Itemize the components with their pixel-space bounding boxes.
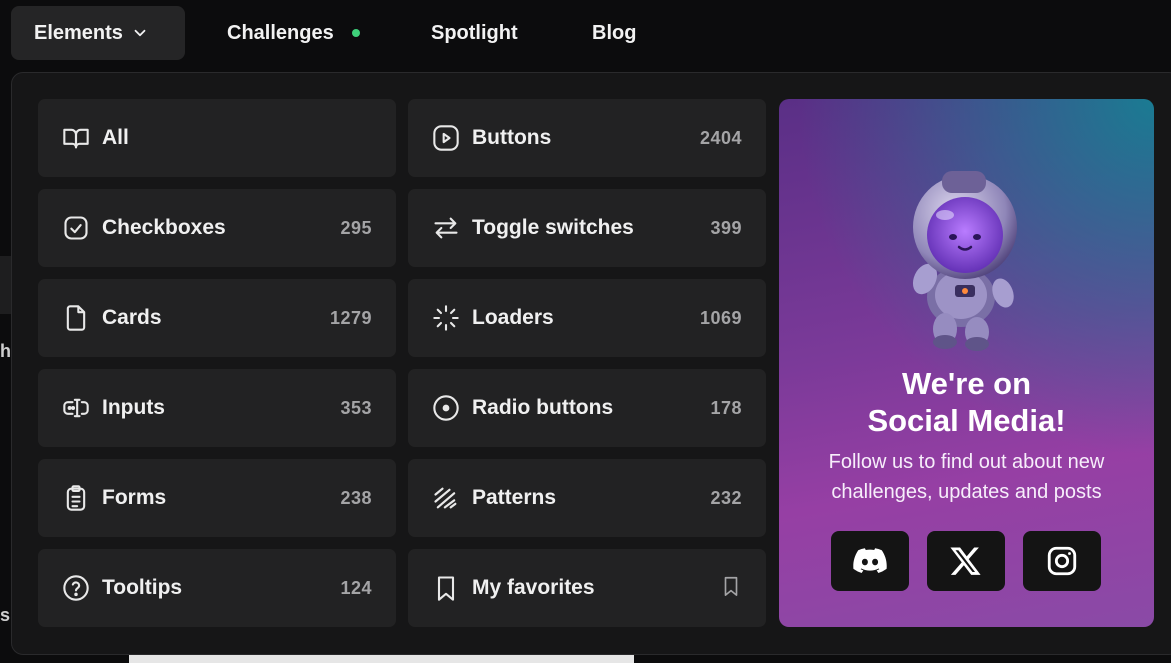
x-icon: [950, 547, 981, 575]
menu-item-patterns[interactable]: Patterns 232: [408, 459, 766, 537]
bookmark-icon: [430, 572, 462, 604]
menu-item-toggle-switches[interactable]: Toggle switches 399: [408, 189, 766, 267]
nav-spotlight[interactable]: Spotlight: [431, 6, 518, 60]
menu-item-loaders[interactable]: Loaders 1069: [408, 279, 766, 357]
menu-item-label: Cards: [102, 306, 162, 329]
menu-item-label: Loaders: [472, 306, 554, 329]
file-icon: [60, 302, 92, 334]
menu-item-count: 232: [710, 487, 742, 508]
menu-item-label: Radio buttons: [472, 396, 614, 419]
nav-elements-label: Elements: [34, 21, 123, 44]
promo-description: Follow us to find out about new challeng…: [828, 451, 1105, 503]
menu-item-forms[interactable]: Forms 238: [38, 459, 396, 537]
menu-item-all[interactable]: All: [38, 99, 396, 177]
menu-item-buttons[interactable]: Buttons 2404: [408, 99, 766, 177]
menu-item-label: Tooltips: [102, 576, 183, 599]
loader-icon: [430, 302, 462, 334]
menu-item-count: 238: [340, 487, 372, 508]
nav-blog[interactable]: Blog: [592, 6, 636, 60]
menu-item-label: All: [102, 126, 129, 149]
menu-item-count: 399: [710, 217, 742, 238]
pattern-icon: [430, 482, 462, 514]
nav-elements[interactable]: Elements: [11, 6, 185, 60]
instagram-icon: [1047, 546, 1077, 576]
play-button-icon: [430, 122, 462, 154]
new-indicator-dot: [351, 29, 360, 37]
nav-spotlight-label: Spotlight: [431, 21, 518, 44]
clipboard-list-icon: [60, 482, 92, 514]
menu-item-count: 2404: [699, 127, 742, 148]
background-text-fragment: h: [0, 341, 11, 361]
nav-challenges[interactable]: Challenges: [227, 6, 360, 60]
menu-item-radio-buttons[interactable]: Radio buttons 178: [408, 369, 766, 447]
instagram-button[interactable]: [1023, 531, 1101, 591]
menu-item-tooltips[interactable]: Tooltips 124: [38, 549, 396, 627]
bookmark-outline-icon[interactable]: [720, 574, 742, 603]
social-media-promo-card: We're on Social Media! Follow us to find…: [779, 99, 1154, 627]
menu-item-label: My favorites: [472, 576, 595, 599]
menu-item-label: Buttons: [472, 126, 552, 149]
menu-item-checkboxes[interactable]: Checkboxes 295: [38, 189, 396, 267]
arrows-swap-icon: [430, 212, 462, 244]
menu-item-cards[interactable]: Cards 1279: [38, 279, 396, 357]
radio-icon: [430, 392, 462, 424]
menu-item-my-favorites[interactable]: My favorites: [408, 549, 766, 627]
promo-title-line2: Social Media!: [867, 403, 1066, 438]
menu-item-count: 124: [340, 577, 372, 598]
top-nav: Elements Challenges Spotlight Blog: [0, 0, 1171, 66]
discord-button[interactable]: [831, 531, 909, 591]
astronaut-illustration: [912, 171, 1017, 351]
menu-item-label: Toggle switches: [472, 216, 634, 239]
promo-title: We're on Social Media!: [779, 365, 1154, 439]
background-page-bar: [129, 655, 634, 663]
x-button[interactable]: [927, 531, 1005, 591]
menu-item-label: Forms: [102, 486, 167, 509]
menu-item-count: 178: [710, 397, 742, 418]
promo-title-line1: We're on: [901, 366, 1032, 401]
discord-icon: [853, 548, 887, 574]
background-text-fragment: s: [0, 605, 11, 625]
menu-item-label: Checkboxes: [102, 216, 226, 239]
help-circle-icon: [60, 572, 92, 604]
menu-item-label: Patterns: [472, 486, 557, 509]
menu-item-label: Inputs: [102, 396, 165, 419]
chevron-down-icon: [134, 29, 146, 37]
menu-item-count: 1279: [329, 307, 372, 328]
menu-item-inputs[interactable]: Inputs 353: [38, 369, 396, 447]
nav-blog-label: Blog: [592, 21, 637, 44]
checkbox-icon: [60, 212, 92, 244]
menu-item-count: 1069: [699, 307, 742, 328]
menu-item-count: 295: [340, 217, 372, 238]
input-cursor-icon: [60, 392, 92, 424]
nav-challenges-label: Challenges: [227, 21, 334, 44]
book-open-icon: [60, 122, 92, 154]
menu-item-count: 353: [340, 397, 372, 418]
